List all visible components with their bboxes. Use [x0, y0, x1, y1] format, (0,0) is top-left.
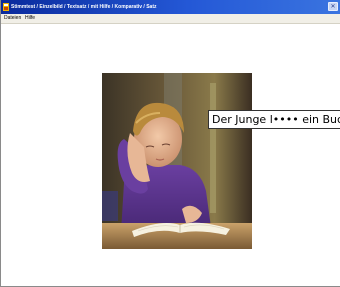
close-icon: ✕	[330, 3, 336, 10]
app-icon	[3, 3, 9, 11]
menu-item-dateien[interactable]: Dateien	[4, 14, 21, 23]
app-window: Stimmtest / Einzelbild / Textsatz / mit …	[0, 0, 340, 287]
menu-item-hilfe[interactable]: Hilfe	[25, 14, 35, 23]
window-title: Stimmtest / Einzelbild / Textsatz / mit …	[11, 4, 157, 10]
menu-bar: Dateien Hilfe	[1, 14, 340, 24]
caption-text: Der Junge l•••• ein Buch.	[212, 113, 340, 126]
boy-reading-book-photo	[102, 73, 252, 249]
sentence-caption: Der Junge l•••• ein Buch.	[208, 110, 340, 129]
photo-illustration	[102, 73, 252, 249]
close-button[interactable]: ✕	[328, 2, 338, 11]
title-bar[interactable]: Stimmtest / Einzelbild / Textsatz / mit …	[1, 0, 340, 14]
